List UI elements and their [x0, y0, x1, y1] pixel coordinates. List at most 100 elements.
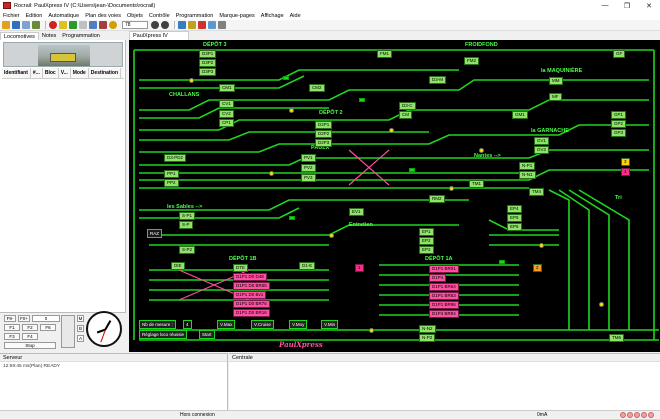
depot1b-track[interactable]: DTE	[233, 264, 248, 272]
col-number[interactable]: #...	[31, 68, 43, 78]
clear-icon[interactable]	[99, 21, 107, 29]
vcruise-button[interactable]: V.Cruise	[251, 320, 274, 329]
col-mode[interactable]: Mode	[71, 68, 89, 78]
block-ev1[interactable]: EV1	[349, 208, 364, 216]
tab-locomotives[interactable]: Locomotives	[0, 32, 39, 40]
menu-fichier[interactable]: Fichier	[3, 13, 20, 19]
clock-icon[interactable]	[109, 21, 117, 29]
list-icon[interactable]	[218, 21, 226, 29]
depot1a-track[interactable]: D1P4 BR94	[429, 310, 459, 318]
vmin-button[interactable]: V.Min	[321, 320, 339, 329]
block-gv2[interactable]: GV2	[534, 146, 550, 154]
measure-value[interactable]: 4	[183, 320, 192, 329]
tab-notes[interactable]: Notes	[39, 32, 59, 40]
depot1a-track[interactable]: D1P1 BR64	[429, 283, 459, 291]
block-d1-e[interactable]: D1-E	[299, 262, 316, 270]
block-fm2[interactable]: FM2	[464, 57, 479, 65]
depot1b-track[interactable]: D1P1 D0 BR76	[233, 300, 270, 308]
sensor[interactable]	[599, 302, 604, 307]
menu-controle[interactable]: Contrôle	[149, 13, 170, 19]
depot1b-track[interactable]: D1P1 D0 BR55	[233, 282, 270, 290]
block-rm2[interactable]: RM2	[429, 195, 445, 203]
block-mm[interactable]: MM	[549, 77, 563, 85]
block-tm6[interactable]: TM6	[609, 334, 624, 342]
block-d3p3[interactable]: D3P3	[199, 68, 217, 76]
signal[interactable]	[409, 168, 415, 172]
block-tm1[interactable]: TM1	[469, 180, 484, 188]
block-d3-pd2[interactable]: D3-PD2	[164, 154, 187, 162]
tab-paulxpress[interactable]: PaulXpress IV	[129, 31, 189, 40]
block-cv1[interactable]: CV1	[219, 100, 234, 108]
sensor[interactable]	[479, 148, 484, 153]
col-destination[interactable]: Destination	[89, 68, 122, 78]
block-ep1[interactable]: EP1	[419, 228, 434, 236]
block-d3-m[interactable]: D3-M	[429, 76, 446, 84]
block-ep4[interactable]: EP4	[507, 205, 522, 213]
maximize-button[interactable]: ❐	[616, 0, 638, 11]
menu-automatique[interactable]: Automatique	[48, 13, 79, 19]
auto-mode-icon[interactable]	[69, 21, 77, 29]
f2-button[interactable]: F2	[22, 324, 38, 331]
block-d3p1[interactable]: D3P1	[199, 50, 217, 58]
block-cm2[interactable]: CM2	[309, 84, 325, 92]
block-gm1[interactable]: GM1	[512, 111, 528, 119]
zoom-in-icon[interactable]	[151, 21, 159, 29]
f1-button[interactable]: F1	[4, 324, 20, 331]
block-gp3[interactable]: GP3	[611, 129, 627, 137]
menu-edition[interactable]: Edition	[26, 13, 43, 19]
open-icon[interactable]	[2, 21, 10, 29]
depot1b-track[interactable]: D1P1 D0 BR16	[233, 309, 270, 317]
menu-aide[interactable]: Aide	[290, 13, 301, 19]
depot1a-track[interactable]: D1P4	[429, 274, 447, 282]
menu-programmation[interactable]: Programmation	[176, 13, 214, 19]
depot1a-track[interactable]: D1P1 BR01	[429, 265, 459, 273]
block-cp1[interactable]: CP1	[219, 119, 234, 127]
block-tm4[interactable]: TM4	[529, 188, 544, 196]
f9-minus-button[interactable]: F9-	[4, 315, 16, 322]
menu-marque-pages[interactable]: Marque-pages	[219, 13, 254, 19]
col-identifiant[interactable]: Identifiant	[2, 68, 31, 78]
stop-button[interactable]: Stop	[4, 342, 56, 349]
loco-icon[interactable]	[89, 21, 97, 29]
sensor[interactable]	[539, 243, 544, 248]
block-pp1[interactable]: PP1	[164, 170, 179, 178]
block-ep5[interactable]: EP5	[507, 214, 522, 222]
f3-button[interactable]: F3	[4, 333, 20, 340]
menu-affichage[interactable]: Affichage	[261, 13, 284, 19]
settings-icon[interactable]	[188, 21, 196, 29]
signal[interactable]	[499, 260, 505, 264]
a-button[interactable]: A	[77, 335, 84, 342]
block-d2p3[interactable]: D2P3	[315, 139, 333, 147]
block-d3-c[interactable]: D3-C	[399, 102, 416, 110]
sensor[interactable]	[189, 78, 194, 83]
block-pp2[interactable]: PP2	[164, 179, 179, 187]
block-n-p2[interactable]: N-P2	[419, 334, 436, 342]
tab-programmation[interactable]: Programmation	[59, 32, 103, 40]
depot1b-track[interactable]: D1P1 D0 Bv1	[233, 291, 267, 299]
save-as-icon[interactable]	[22, 21, 30, 29]
signal[interactable]	[283, 76, 289, 80]
speed-slider[interactable]	[61, 315, 75, 348]
save-icon[interactable]	[12, 21, 20, 29]
block-pv1[interactable]: PV1	[301, 154, 316, 162]
sensor[interactable]	[369, 328, 374, 333]
depot1b-track[interactable]: D1P1 D0 D48	[233, 273, 267, 281]
block-d3p2[interactable]: D3P2	[199, 59, 217, 67]
zoom-out-icon[interactable]	[161, 21, 169, 29]
m-button[interactable]: M	[77, 315, 84, 322]
block-gp2[interactable]: GP2	[611, 120, 627, 128]
zoom-select[interactable]: 78	[122, 21, 148, 29]
col-bloc[interactable]: Bloc	[43, 68, 59, 78]
close-button[interactable]: ✕	[638, 0, 660, 11]
sensor[interactable]	[289, 108, 294, 113]
menu-plan-des-voies[interactable]: Plan des voies	[85, 13, 121, 19]
f0-plus-button[interactable]: F0+	[18, 315, 30, 322]
block-fm1[interactable]: FM1	[377, 50, 392, 58]
block-pv3[interactable]: PV3	[301, 174, 316, 182]
col-v[interactable]: V...	[59, 68, 71, 78]
block-ep2[interactable]: EP2	[419, 237, 434, 245]
sensor[interactable]	[269, 171, 274, 176]
block-mf[interactable]: MF	[549, 93, 562, 101]
lamp-icon[interactable]	[59, 21, 67, 29]
menu-objets[interactable]: Objets	[127, 13, 143, 19]
